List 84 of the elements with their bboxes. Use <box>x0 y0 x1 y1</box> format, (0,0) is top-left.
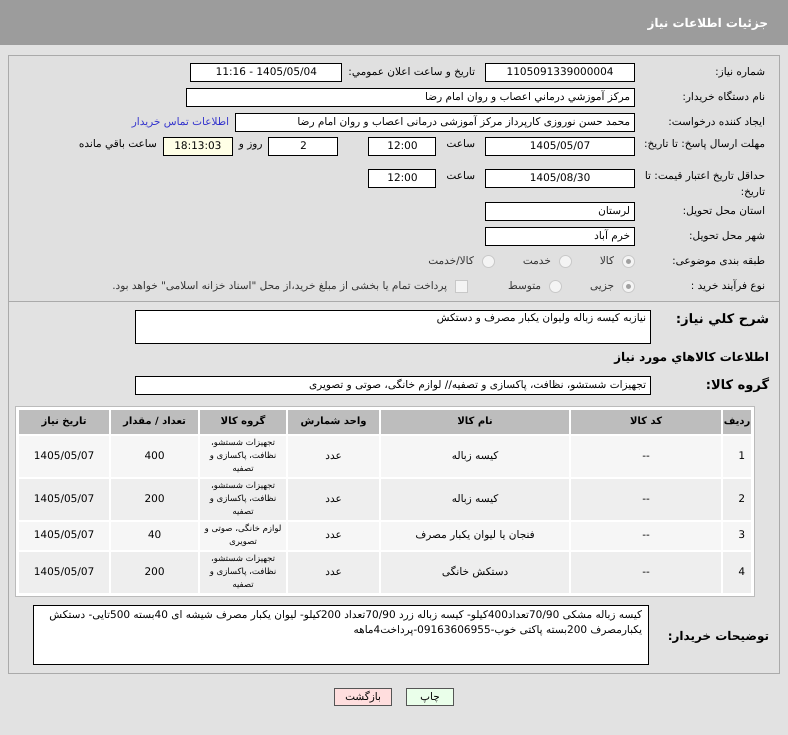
table-cell: -- <box>570 478 722 520</box>
table-cell: عدد <box>287 550 380 594</box>
table-cell: -- <box>570 520 722 550</box>
table-cell: عدد <box>287 520 380 550</box>
text-field[interactable]: خرم آباد <box>485 227 635 246</box>
field-label: گروه کالا: <box>704 376 769 395</box>
text-field[interactable]: 12:00 <box>368 169 436 188</box>
field-label: ساعت <box>446 169 475 184</box>
table-cell: تجهیزات شستشو، نظافت، پاکسازی و تصفیه <box>199 550 287 594</box>
table-cell: 40 <box>110 520 199 550</box>
field-label: ایجاد کننده درخواست: <box>667 114 765 130</box>
table-cell: 200 <box>110 550 199 594</box>
field-label: نوع فرآیند خرید : <box>690 278 765 294</box>
checkbox[interactable] <box>455 280 468 293</box>
radio-button[interactable] <box>549 280 562 293</box>
table-cell: 3 <box>722 520 752 550</box>
radio-button[interactable] <box>482 255 495 268</box>
column-header: گروه کالا <box>199 408 287 434</box>
table-cell: عدد <box>287 434 380 478</box>
text-field[interactable]: 2 <box>268 137 338 156</box>
notes-field[interactable]: کیسه زباله مشکی 70/90تعداد400کیلو- کیسه زباله زرد 70/90تعداد 200کیلو- لیوان یکبار مصرف شیشه ای 40بسته 500تایی- دستکش یکبارمصرف 200بسته پاکتی خوب-09163606955-پرداخت4ماهه <box>33 604 649 664</box>
section-title: اطلاعات کالاهاي مورد نیاز <box>614 349 769 366</box>
radio-label: خدمت <box>522 254 551 269</box>
page-title: جزئیات اطلاعات نیاز <box>647 14 768 32</box>
field-label: توضیحات خریدار: <box>668 628 769 642</box>
text-field[interactable]: 1405/05/07 <box>485 137 635 156</box>
column-header: ردیف <box>722 408 752 434</box>
table-cell: عدد <box>287 478 380 520</box>
text-field[interactable]: 1405/08/30 <box>485 169 635 188</box>
column-header: تعداد / مقدار <box>110 408 199 434</box>
field-label: استان محل تحویل: <box>682 204 765 219</box>
table-cell: 4 <box>722 550 752 594</box>
table-cell: فنجان یا لیوان یکبار مصرف <box>380 520 570 550</box>
table-cell: تجهیزات شستشو، نظافت، پاکسازی و تصفیه <box>199 434 287 478</box>
table-cell: 1405/05/07 <box>18 520 110 550</box>
radio-label: متوسط <box>508 278 542 294</box>
table-cell: 200 <box>110 478 199 520</box>
column-header: نام کالا <box>380 408 570 434</box>
radio-button[interactable] <box>622 255 635 268</box>
field-label: تاریخ و ساعت اعلان عمومي: <box>348 64 475 80</box>
table-cell: کیسه زباله <box>380 434 570 478</box>
column-header: واحد شمارش <box>287 408 380 434</box>
table-cell: 1405/05/07 <box>18 434 110 478</box>
text-field[interactable]: 1105091339000004 <box>485 63 635 82</box>
field-label: ساعت <box>446 137 475 152</box>
table-cell: لوازم خانگی، صوتی و تصویری <box>199 520 287 550</box>
column-header: کد کالا <box>570 408 722 434</box>
field-label: نام دستگاه خریدار: <box>681 90 765 105</box>
description-field[interactable]: نیازبه کیسه زباله ولیوان یکبار مصرف و دستکش <box>135 310 651 344</box>
field-label: حداقل تاریخ اعتبار قیمت: تا تاریخ: <box>644 169 765 200</box>
radio-button[interactable] <box>558 255 572 268</box>
field-label: شهر محل تحویل: <box>688 228 765 244</box>
back-button[interactable]: بازگشت <box>334 688 392 706</box>
table-cell: 1405/05/07 <box>18 550 110 594</box>
text-field[interactable]: 12:00 <box>368 137 436 156</box>
table-cell: 400 <box>110 434 199 478</box>
text-field[interactable]: لرستان <box>485 202 635 221</box>
table-cell: کیسه زباله <box>380 478 570 520</box>
radio-label: کالا/خدمت <box>428 254 474 269</box>
field-label: طبقه بندی موضوعی: <box>671 254 765 269</box>
table-cell: 2 <box>722 478 752 520</box>
table-cell: 1405/05/07 <box>18 478 110 520</box>
text-field[interactable]: مرکز آموزشي درماني اعصاب و روان امام رضا <box>186 88 635 107</box>
field-label: شرح کلي نیاز: <box>674 311 769 329</box>
countdown-field[interactable]: 18:13:03 <box>162 137 233 156</box>
text-field[interactable]: تجهیزات شستشو، نظافت، پاکسازی و تصفیه// لوازم خانگی، صوتی و تصویری <box>135 376 651 396</box>
checkbox-label: پرداخت تمام یا بخشی از مبلغ خرید،از محل "اسناد خزانه اسلامی" خواهد بود. <box>112 278 448 294</box>
field-label: روز و <box>238 137 262 152</box>
radio-button[interactable] <box>622 280 635 293</box>
column-header: تاریخ نیاز <box>18 408 110 434</box>
radio-label: جزیی <box>590 278 614 294</box>
table-cell: -- <box>570 550 722 594</box>
table-cell: دستکش خانگی <box>380 550 570 594</box>
field-label: ساعت باقي مانده <box>78 137 157 152</box>
print-button[interactable]: چاپ <box>406 688 454 706</box>
radio-label: کالا <box>600 254 614 269</box>
table-cell: -- <box>570 434 722 478</box>
field-label: مهلت ارسال پاسخ: تا تاریخ: <box>642 137 765 152</box>
field-label: شماره نیاز: <box>714 64 765 80</box>
text-field[interactable]: محمد حسن نوروزی کارپرداز مرکز آموزشی درمانی اعصاب و روان امام رضا <box>235 113 635 132</box>
contact-link[interactable]: اطلاعات تماس خریدار <box>132 114 229 130</box>
table-cell: تجهیزات شستشو، نظافت، پاکسازی و تصفیه <box>199 478 287 520</box>
table-cell: 1 <box>722 434 752 478</box>
text-field[interactable]: 1405/05/04 - 11:16 <box>190 63 342 82</box>
